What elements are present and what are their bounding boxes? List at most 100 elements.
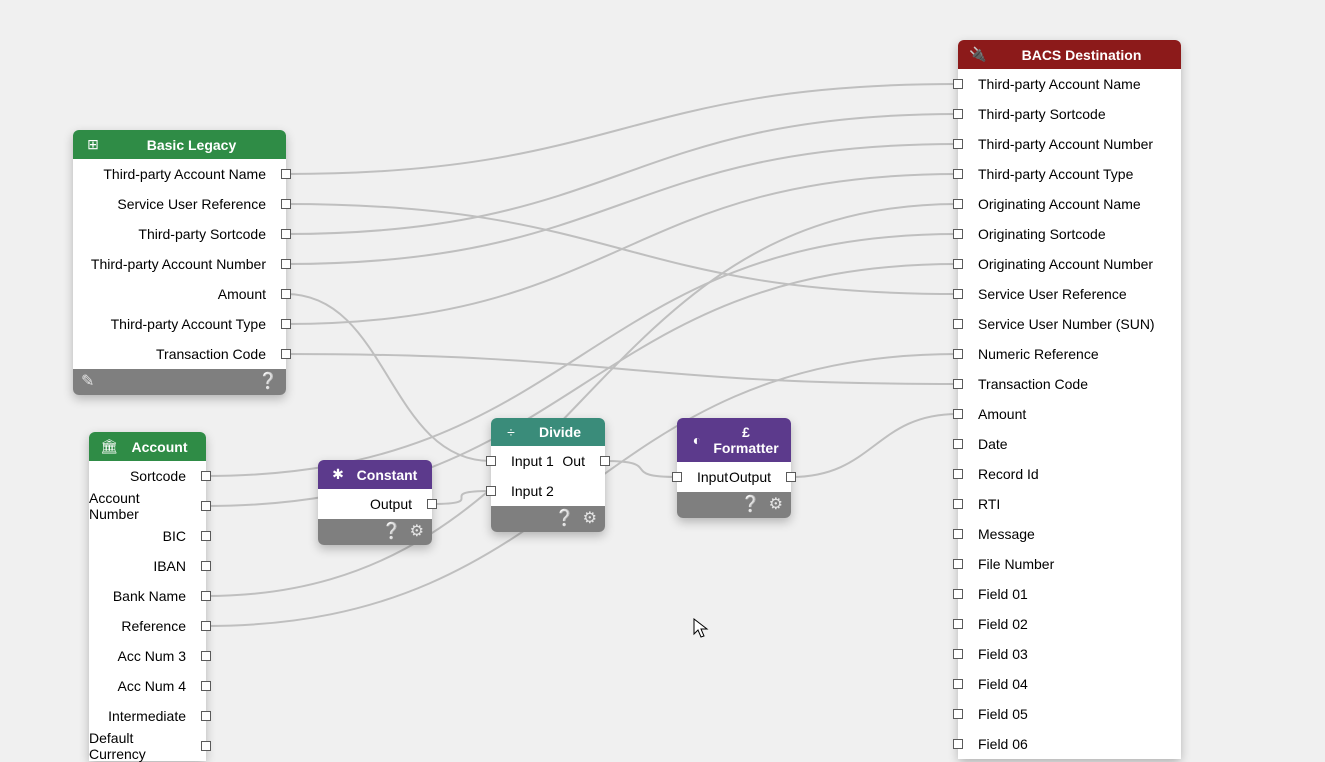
gear-icon[interactable]: ⚙ — [583, 511, 597, 527]
help-icon[interactable]: ❔ — [258, 374, 278, 390]
node-header[interactable]: ÷ Divide — [491, 418, 605, 446]
port-in[interactable] — [953, 379, 963, 389]
port-out[interactable] — [281, 259, 291, 269]
port-out[interactable] — [281, 229, 291, 239]
port-out[interactable] — [201, 501, 211, 511]
input-port: Third-party Account Number — [958, 129, 1181, 159]
asterisk-icon: ✱ — [328, 466, 348, 483]
port-in[interactable] — [672, 472, 682, 482]
node-canvas[interactable]: ⊞ Basic Legacy Third-party Account Name … — [0, 0, 1325, 762]
port-in[interactable] — [953, 409, 963, 419]
port-in[interactable] — [486, 456, 496, 466]
input-port: Third-party Account Name — [958, 69, 1181, 99]
port-in[interactable] — [953, 469, 963, 479]
node-header[interactable]: 🏛 Account — [89, 432, 206, 461]
node-header[interactable]: ✱ Constant — [318, 460, 432, 489]
port-out[interactable] — [281, 289, 291, 299]
node-title: Account — [123, 439, 196, 455]
port-in[interactable] — [953, 289, 963, 299]
port-out[interactable] — [201, 651, 211, 661]
port-in[interactable] — [953, 709, 963, 719]
port-in[interactable] — [953, 529, 963, 539]
gear-icon[interactable]: ⚙ — [410, 524, 424, 540]
output-port: Third-party Sortcode — [73, 219, 286, 249]
port-in[interactable] — [953, 139, 963, 149]
port-in[interactable] — [953, 589, 963, 599]
port-in[interactable] — [953, 349, 963, 359]
output-port: Reference — [89, 611, 206, 641]
io-port: Input 1 Out — [491, 446, 605, 476]
port-in[interactable] — [486, 486, 496, 496]
input-port: Originating Sortcode — [958, 219, 1181, 249]
port-in[interactable] — [953, 259, 963, 269]
output-port: Amount — [73, 279, 286, 309]
node-header[interactable]: ⊞ Basic Legacy — [73, 130, 286, 159]
port-out[interactable] — [201, 621, 211, 631]
output-port: Bank Name — [89, 581, 206, 611]
port-in[interactable] — [953, 559, 963, 569]
node-footer: ❔ ⚙ — [318, 519, 432, 545]
port-in[interactable] — [953, 739, 963, 749]
node-header[interactable]: ◐ £ Formatter — [677, 418, 791, 462]
help-icon[interactable]: ❔ — [382, 524, 402, 540]
port-out[interactable] — [201, 471, 211, 481]
node-account[interactable]: 🏛 Account Sortcode Account Number BIC IB… — [89, 432, 206, 761]
node-constant[interactable]: ✱ Constant Output ❔ ⚙ — [318, 460, 432, 545]
node-title: £ Formatter — [711, 424, 781, 456]
port-out[interactable] — [201, 711, 211, 721]
port-out[interactable] — [281, 319, 291, 329]
divide-icon: ÷ — [501, 424, 521, 440]
node-body: Input 1 Out Input 2 — [491, 446, 605, 506]
node-body: Third-party Account Name Third-party Sor… — [958, 69, 1181, 759]
port-in[interactable] — [953, 79, 963, 89]
input-port: Transaction Code — [958, 369, 1181, 399]
port-in[interactable] — [953, 319, 963, 329]
input-port: Third-party Sortcode — [958, 99, 1181, 129]
gear-icon[interactable]: ⚙ — [769, 497, 783, 513]
port-in[interactable] — [953, 679, 963, 689]
node-divide[interactable]: ÷ Divide Input 1 Out Input 2 ❔ ⚙ — [491, 418, 605, 532]
port-in[interactable] — [953, 109, 963, 119]
port-out[interactable] — [427, 499, 437, 509]
port-in[interactable] — [953, 169, 963, 179]
port-out[interactable] — [201, 591, 211, 601]
port-out[interactable] — [600, 456, 610, 466]
port-out[interactable] — [201, 561, 211, 571]
port-out[interactable] — [201, 531, 211, 541]
node-header[interactable]: 🔌 BACS Destination — [958, 40, 1181, 69]
node-footer: ❔ ⚙ — [491, 506, 605, 532]
output-port: IBAN — [89, 551, 206, 581]
input-port: Date — [958, 429, 1181, 459]
node-formatter[interactable]: ◐ £ Formatter Input Output ❔ ⚙ — [677, 418, 791, 518]
output-port: Output — [318, 489, 432, 519]
node-basic-legacy[interactable]: ⊞ Basic Legacy Third-party Account Name … — [73, 130, 286, 395]
edit-icon[interactable]: ✎ — [81, 374, 94, 390]
output-port: Transaction Code — [73, 339, 286, 369]
port-in[interactable] — [953, 499, 963, 509]
node-title: BACS Destination — [992, 47, 1171, 63]
port-out[interactable] — [201, 681, 211, 691]
port-in[interactable] — [953, 199, 963, 209]
port-in[interactable] — [953, 619, 963, 629]
bank-icon: 🏛 — [99, 438, 119, 455]
port-in[interactable] — [953, 229, 963, 239]
help-icon[interactable]: ❔ — [555, 511, 575, 527]
input-port: Service User Number (SUN) — [958, 309, 1181, 339]
port-out[interactable] — [281, 199, 291, 209]
output-port: Third-party Account Type — [73, 309, 286, 339]
input-port: File Number — [958, 549, 1181, 579]
help-icon[interactable]: ❔ — [741, 497, 761, 513]
port-in[interactable] — [953, 649, 963, 659]
port-out[interactable] — [281, 349, 291, 359]
node-title: Basic Legacy — [107, 137, 276, 153]
input-port: Third-party Account Type — [958, 159, 1181, 189]
io-port: Input Output — [677, 462, 791, 492]
port-out[interactable] — [201, 741, 211, 751]
input-port: Originating Account Number — [958, 249, 1181, 279]
port-out[interactable] — [281, 169, 291, 179]
node-title: Divide — [525, 424, 595, 440]
port-in[interactable] — [953, 439, 963, 449]
input-port: Service User Reference — [958, 279, 1181, 309]
node-bacs-destination[interactable]: 🔌 BACS Destination Third-party Account N… — [958, 40, 1181, 759]
port-out[interactable] — [786, 472, 796, 482]
